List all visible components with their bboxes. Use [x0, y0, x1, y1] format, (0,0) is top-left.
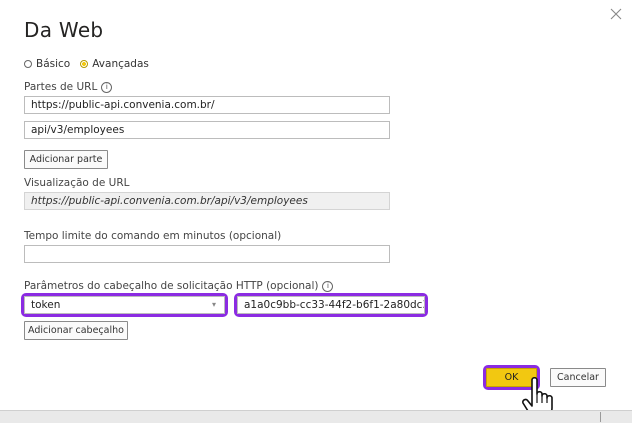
- header-name-select[interactable]: token ▾: [24, 296, 225, 314]
- url-preview-field: https://public-api.convenia.com.br/api/v…: [24, 192, 390, 210]
- info-icon[interactable]: i: [101, 81, 113, 93]
- mode-radio-group: Básico Avançadas: [24, 58, 159, 70]
- timeout-label: Tempo limite do comando em minutos (opci…: [24, 230, 282, 242]
- radio-basic-indicator: [24, 60, 32, 68]
- radio-basic[interactable]: Básico: [24, 58, 70, 70]
- url-parts-label-text: Partes de URL: [24, 81, 98, 93]
- radio-advanced[interactable]: Avançadas: [80, 58, 149, 70]
- radio-advanced-label: Avançadas: [92, 58, 149, 70]
- add-part-button[interactable]: Adicionar parte: [24, 150, 108, 169]
- info-icon[interactable]: i: [322, 280, 334, 292]
- header-value-input[interactable]: a1a0c9bb-cc33-44f2-b6f1-2a80dc332: [237, 296, 425, 314]
- chevron-down-icon: ▾: [211, 300, 216, 309]
- headers-label-text: Parâmetros do cabeçalho de solicitação H…: [24, 280, 319, 292]
- close-icon[interactable]: [608, 6, 624, 22]
- headers-label: Parâmetros do cabeçalho de solicitação H…: [24, 280, 334, 292]
- url-part-2-input[interactable]: api/v3/employees: [24, 121, 390, 139]
- timeout-input[interactable]: [24, 245, 390, 263]
- header-name-value: token: [31, 299, 61, 311]
- url-part-1-input[interactable]: https://public-api.convenia.com.br/: [24, 96, 390, 114]
- url-preview-label: Visualização de URL: [24, 177, 130, 189]
- url-parts-label: Partes de URL i: [24, 81, 113, 93]
- add-header-button[interactable]: Adicionar cabeçalho: [24, 321, 128, 340]
- radio-basic-label: Básico: [36, 58, 71, 70]
- radio-advanced-indicator: [80, 60, 89, 68]
- dialog-title: Da Web: [24, 18, 104, 42]
- background-divider: [600, 412, 601, 422]
- background-strip: [0, 410, 632, 423]
